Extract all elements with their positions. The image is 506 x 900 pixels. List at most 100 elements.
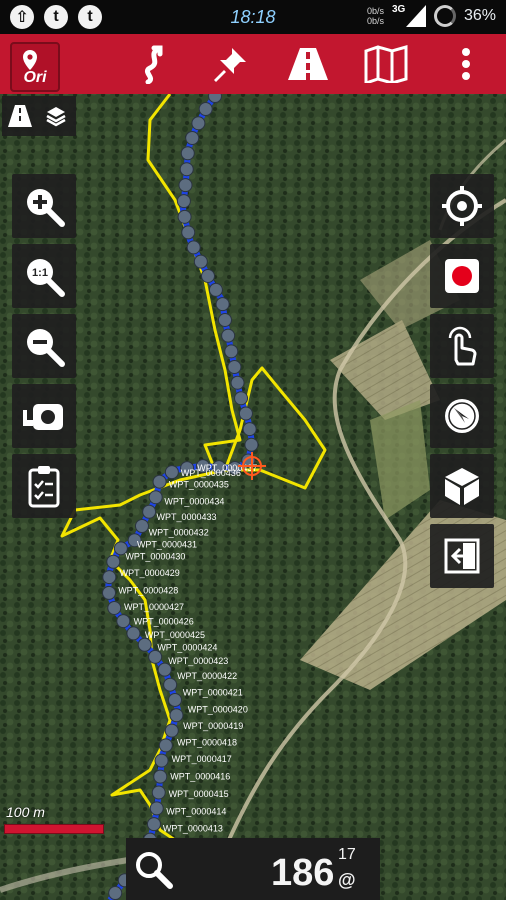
waypoint-dot[interactable] — [142, 504, 157, 519]
scale-label: 100 m — [6, 804, 45, 820]
waypoint-label: WPT_0000422 — [177, 671, 237, 681]
waypoint-dot[interactable] — [167, 692, 182, 707]
map-button[interactable] — [362, 42, 410, 86]
waypoint-dot[interactable] — [116, 614, 131, 629]
waypoint-dot[interactable] — [181, 225, 196, 240]
checklist-button[interactable] — [12, 454, 76, 518]
waypoint-label: WPT_0000428 — [118, 586, 178, 596]
waypoint-dot[interactable] — [180, 146, 195, 161]
waypoint-dot[interactable] — [164, 723, 179, 738]
waypoint-dot[interactable] — [227, 360, 242, 375]
record-icon — [445, 259, 479, 293]
camera-button[interactable] — [12, 384, 76, 448]
waypoint-dot[interactable] — [102, 570, 117, 585]
waypoint-label: WPT_0000414 — [166, 806, 226, 816]
waypoint-dot[interactable] — [242, 422, 257, 437]
waypoint-label: WPT_0000427 — [124, 602, 184, 612]
waypoint-dot[interactable] — [106, 554, 121, 569]
zoom-1to1-button[interactable]: 1:1 — [12, 244, 76, 308]
waypoint-label: WPT_0000413 — [163, 823, 223, 833]
waypoint-dot[interactable] — [108, 886, 123, 900]
waypoint-dot[interactable] — [126, 626, 141, 641]
waypoint-dot[interactable] — [208, 282, 223, 297]
svg-text:1:1: 1:1 — [32, 267, 48, 279]
top-toolbar: Ori — [0, 34, 506, 94]
waypoint-dot[interactable] — [107, 600, 122, 615]
layers-button[interactable] — [38, 96, 74, 136]
waypoint-label: WPT_0000430 — [125, 552, 185, 562]
zoom-in-icon — [27, 189, 65, 227]
waypoint-dot[interactable] — [238, 406, 253, 421]
waypoint-dot[interactable] — [177, 209, 192, 224]
route-button[interactable] — [128, 42, 176, 86]
info-unit-symbol: @ — [338, 870, 356, 890]
box-3d-icon — [445, 468, 479, 505]
waypoint-dot[interactable] — [163, 677, 178, 692]
zoom-in-button[interactable] — [12, 174, 76, 238]
waypoint-dot[interactable] — [230, 375, 245, 390]
waypoint-dot[interactable] — [154, 753, 169, 768]
battery-percent: 36% — [463, 7, 496, 24]
road-layer-button[interactable] — [2, 96, 38, 136]
waypoint-dot[interactable] — [158, 738, 173, 753]
waypoint-dot[interactable] — [164, 465, 179, 480]
exit-icon — [444, 538, 480, 574]
waypoint-label: WPT_0000421 — [183, 688, 243, 698]
waypoint-dot[interactable] — [185, 130, 200, 145]
waypoint-label: WPT_0000436 — [181, 468, 241, 478]
waypoint-dot[interactable] — [178, 178, 193, 193]
checklist-icon — [28, 466, 60, 508]
waypoint-dot[interactable] — [148, 490, 163, 505]
waypoint-label: WPT_0000426 — [134, 617, 194, 627]
waypoint-dot[interactable] — [186, 240, 201, 255]
waypoint-dot[interactable] — [153, 769, 168, 784]
compass-button[interactable] — [430, 384, 494, 448]
pin-button[interactable] — [206, 42, 254, 86]
waypoint-dot[interactable] — [169, 708, 184, 723]
search-button[interactable] — [134, 850, 174, 890]
compass-icon — [445, 399, 479, 433]
road-icon — [8, 105, 32, 127]
waypoint-dot[interactable] — [137, 637, 152, 652]
overflow-menu-button[interactable] — [442, 42, 490, 86]
road-button[interactable] — [284, 42, 332, 86]
gps-target-button[interactable] — [430, 174, 494, 238]
info-superscript: 17 — [338, 846, 356, 863]
waypoint-dot[interactable] — [152, 474, 167, 489]
waypoint-dot[interactable] — [234, 391, 249, 406]
waypoint-label: WPT_0000417 — [172, 754, 232, 764]
waypoint-dot[interactable] — [146, 817, 161, 832]
waypoint-label: WPT_0000435 — [169, 479, 229, 489]
status-bar: ⇧ t t 18:18 0b/s 0b/s 3G 36% — [0, 0, 506, 34]
waypoint-dot[interactable] — [215, 297, 230, 312]
layer-toggle[interactable] — [2, 96, 76, 136]
info-value: 186 — [271, 852, 335, 894]
waypoint-dot[interactable] — [176, 194, 191, 209]
waypoint-dot[interactable] — [134, 519, 149, 534]
info-panel[interactable]: 186 17 @ — [126, 838, 380, 900]
waypoint-dot[interactable] — [217, 312, 232, 327]
signal-icon: 3G — [392, 3, 426, 29]
waypoint-dot[interactable] — [198, 102, 213, 117]
app-logo-icon[interactable]: Ori — [10, 42, 60, 92]
zoom-out-button[interactable] — [12, 314, 76, 378]
waypoint-dot[interactable] — [179, 162, 194, 177]
waypoint-dot[interactable] — [193, 254, 208, 269]
exit-button[interactable] — [430, 524, 494, 588]
touch-button[interactable] — [430, 314, 494, 378]
waypoint-dot[interactable] — [191, 116, 206, 131]
waypoint-label: WPT_0000420 — [188, 704, 248, 714]
waypoint-dot[interactable] — [149, 801, 164, 816]
record-button[interactable] — [430, 244, 494, 308]
waypoint-dot[interactable] — [224, 344, 239, 359]
box-3d-button[interactable] — [430, 454, 494, 518]
waypoint-dot[interactable] — [221, 328, 236, 343]
waypoint-dot[interactable] — [102, 585, 117, 600]
waypoint-dot[interactable] — [208, 94, 222, 103]
waypoint-label: WPT_0000419 — [183, 721, 243, 731]
network-rate: 0b/s 0b/s — [366, 6, 384, 26]
waypoint-dot[interactable] — [200, 268, 215, 283]
zoom-out-icon — [27, 329, 65, 367]
waypoint-dot[interactable] — [244, 437, 259, 452]
waypoint-dot[interactable] — [151, 785, 166, 800]
